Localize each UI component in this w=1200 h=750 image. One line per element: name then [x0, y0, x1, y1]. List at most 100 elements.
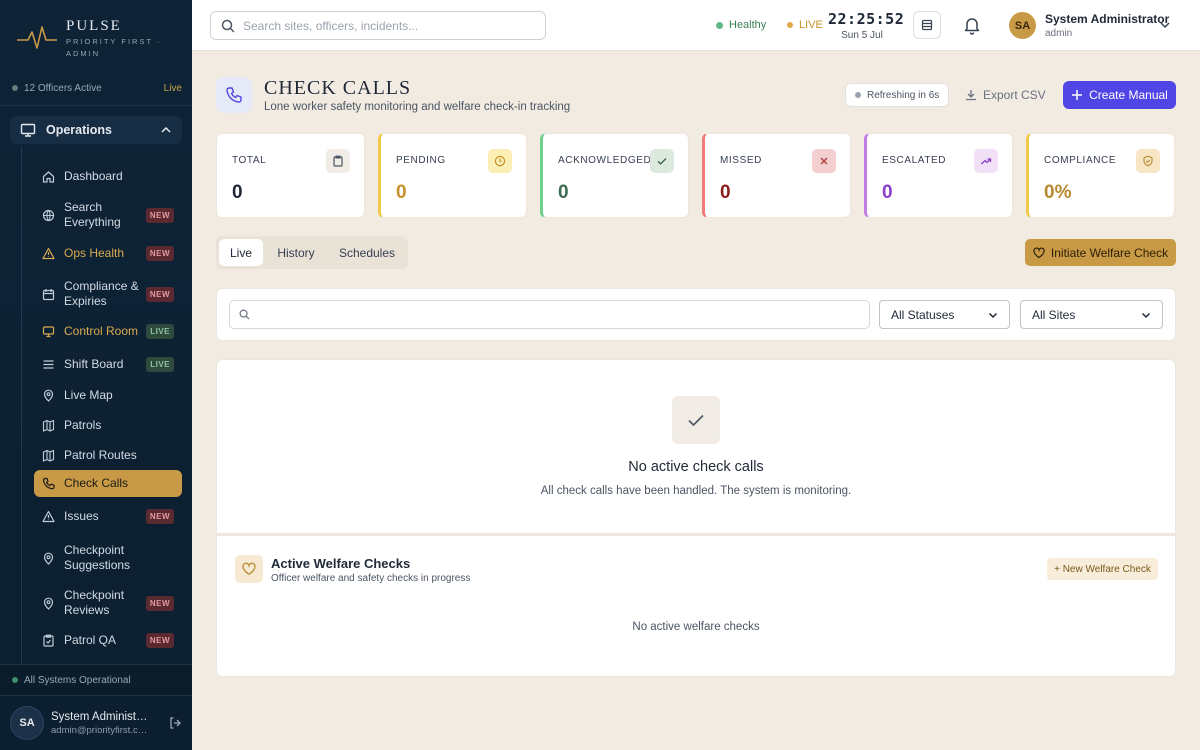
create-manual-button[interactable]: Create Manual — [1063, 81, 1176, 109]
sidebar-item-label: Checkpoint Suggestions — [64, 543, 131, 572]
trending-up-icon — [974, 149, 998, 173]
tab-live[interactable]: Live — [219, 239, 263, 266]
new-badge: NEW — [145, 245, 174, 261]
sidebar-item-checkpoint-suggestions[interactable]: Checkpoint Suggestions — [34, 540, 182, 576]
welfare-title: Active Welfare Checks — [271, 556, 411, 571]
divider — [0, 105, 192, 106]
sidebar-item-issues[interactable]: Issues NEW — [34, 501, 182, 531]
sidebar-item-checkpoint-reviews[interactable]: Checkpoint Reviews NEW — [34, 585, 182, 621]
new-badge: NEW — [145, 632, 174, 648]
new-welfare-check-button[interactable]: + New Welfare Check — [1047, 558, 1158, 580]
live-badge: LIVE — [146, 323, 174, 339]
filter-search-input[interactable] — [229, 300, 870, 329]
check-icon — [672, 396, 720, 444]
sidebar-item-shift-board[interactable]: Shift Board LIVE — [34, 349, 182, 379]
sidebar-item-patrol-qa[interactable]: Patrol QA NEW — [34, 625, 182, 655]
user-role: admin — [1045, 28, 1073, 39]
home-icon — [42, 170, 55, 183]
sidebar-item-live-map[interactable]: Live Map — [34, 380, 182, 410]
export-csv-button[interactable]: Export CSV — [957, 83, 1054, 107]
calendar-icon — [42, 288, 55, 300]
status-select[interactable]: All Statuses — [879, 300, 1010, 329]
list-icon — [43, 359, 54, 369]
tab-schedules[interactable]: Schedules — [329, 239, 405, 266]
chevron-down-icon — [988, 312, 998, 318]
download-icon — [966, 90, 976, 101]
health-status: Healthy — [716, 19, 766, 31]
stat-card-compliance: COMPLIANCE 0% — [1026, 133, 1175, 218]
sidebar-item-label: Search Everything — [64, 200, 121, 229]
initiate-welfare-check-button[interactable]: Initiate Welfare Check — [1025, 239, 1176, 266]
clipboard-icon — [326, 149, 350, 173]
sidebar-item-ops-health[interactable]: Ops Health NEW — [34, 238, 182, 268]
clock-time: 22:25:52 — [828, 10, 905, 28]
live-label: LIVE — [799, 19, 823, 31]
sidebar-item-label: Patrol Routes — [64, 447, 137, 462]
refresh-indicator: Refreshing in 6s — [845, 83, 950, 107]
operations-section-toggle[interactable]: Operations — [10, 116, 182, 144]
status-dot — [12, 677, 18, 683]
top-bar: Healthy LIVE 22:25:52 Sun 5 Jul SA Syste… — [192, 0, 1200, 51]
pulse-logo-icon — [17, 26, 57, 49]
check-icon — [650, 149, 674, 173]
search-icon — [221, 19, 235, 33]
logout-icon[interactable] — [168, 716, 182, 730]
system-status-text: All Systems Operational — [24, 674, 131, 686]
brand-logo[interactable]: PULSE PRIORITY FIRST · ADMIN — [16, 14, 161, 62]
sidebar-item-search-everything[interactable]: Search Everything NEW — [34, 198, 182, 232]
search-input[interactable] — [243, 18, 523, 33]
warning-icon — [42, 247, 55, 259]
user-email: admin@priorityfirst.co.uk — [51, 724, 151, 736]
live-dot — [787, 22, 793, 28]
sidebar-item-check-calls[interactable]: Check Calls — [34, 470, 182, 497]
stat-value: 0 — [882, 182, 893, 203]
bell-icon[interactable] — [962, 15, 982, 35]
stat-value: 0 — [720, 182, 731, 203]
sidebar-item-label: Dashboard — [64, 168, 123, 183]
refresh-dot — [855, 92, 861, 98]
sidebar-item-label: Shift Board — [64, 356, 124, 371]
chevron-down-icon[interactable] — [1159, 19, 1171, 31]
global-search[interactable] — [210, 11, 546, 40]
stat-value: 0 — [232, 182, 243, 203]
clock: 22:25:52 Sun 5 Jul — [828, 10, 905, 41]
sidebar-item-patrols[interactable]: Patrols — [34, 410, 182, 440]
stat-label: TOTAL — [232, 155, 267, 166]
search-globe-icon — [42, 209, 55, 221]
empty-subtitle: All check calls have been handled. The s… — [540, 485, 852, 497]
avatar[interactable]: SA — [1009, 12, 1036, 39]
user-menu[interactable]: System Administrator admin — [1045, 12, 1169, 39]
page-title: CHECK CALLS — [264, 77, 412, 99]
map-icon — [42, 449, 55, 462]
sidebar-item-patrol-routes[interactable]: Patrol Routes — [34, 440, 182, 470]
brand-subtitle: PRIORITY FIRST · — [66, 36, 162, 46]
stat-label: PENDING — [396, 155, 446, 166]
heart-icon — [1033, 246, 1045, 258]
stat-label: MISSED — [720, 155, 762, 166]
live-badge: LIVE — [146, 356, 174, 372]
sidebar-user[interactable]: SA System Administrator admin@priorityfi… — [10, 706, 182, 740]
warning-icon — [42, 510, 55, 522]
layout-toggle-button[interactable] — [913, 11, 941, 39]
sidebar-item-label: Patrols — [64, 417, 102, 432]
system-status: All Systems Operational — [0, 664, 192, 696]
chevron-down-icon — [1141, 312, 1151, 318]
tab-history[interactable]: History — [268, 239, 324, 266]
x-icon — [812, 149, 836, 173]
brand-name: PULSE — [66, 17, 122, 34]
stat-value: 0 — [558, 182, 569, 203]
new-badge: NEW — [145, 286, 174, 302]
clock-icon — [488, 149, 512, 173]
user-name: System Administrator — [51, 710, 151, 723]
sidebar-item-dashboard[interactable]: Dashboard — [34, 161, 182, 191]
stat-card-acknowledged: ACKNOWLEDGED 0 — [540, 133, 689, 218]
welfare-checks-panel: Active Welfare Checks Officer welfare an… — [216, 535, 1176, 677]
sidebar-item-label: Live Map — [64, 387, 113, 402]
site-select[interactable]: All Sites — [1020, 300, 1163, 329]
page-subtitle: Lone worker safety monitoring and welfar… — [264, 101, 571, 113]
create-label: Create Manual — [1089, 88, 1168, 102]
phone-icon — [216, 77, 252, 113]
sidebar-item-control-room[interactable]: Control Room LIVE — [34, 316, 182, 346]
sidebar-item-compliance-expiries[interactable]: Compliance & Expiries NEW — [34, 276, 182, 312]
status-select-value: All Statuses — [891, 307, 955, 322]
